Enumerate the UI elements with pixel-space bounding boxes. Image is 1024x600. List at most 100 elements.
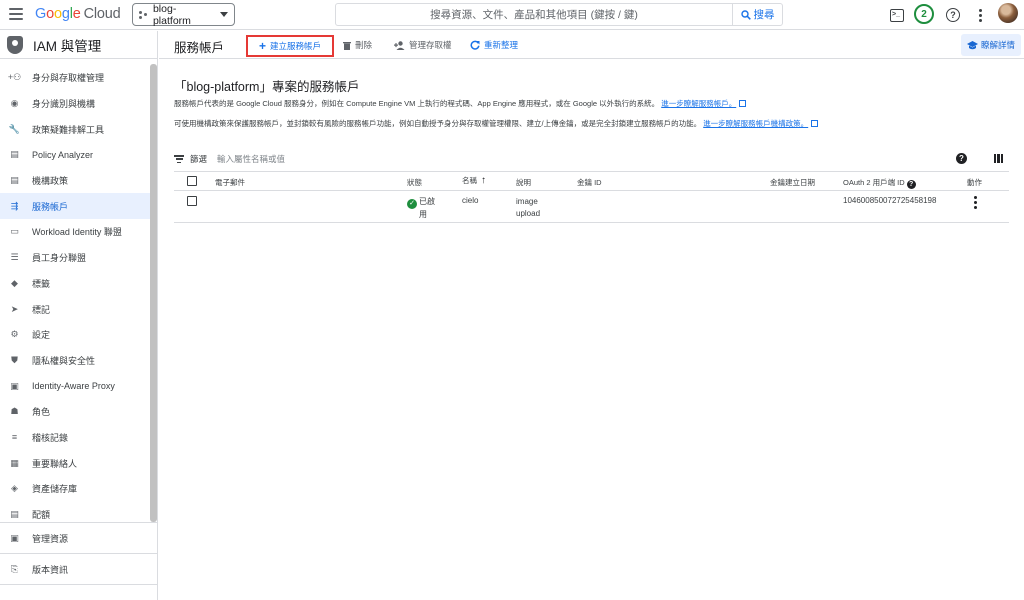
row-oauth-client-id: 104600850072725458198 [843, 196, 937, 205]
sidebar: IAM 與管理 +⚇ 身分與存取權管理 ◉ 身分識別與機構 🔧 政策疑難排解工具 ▤ Poli… [0, 31, 158, 600]
create-service-account-button[interactable]: + 建立服務帳戶 [246, 35, 334, 57]
sidebar-title: IAM 與管理 [33, 38, 102, 54]
sidebar-item-label: 隱私權與安全性 [32, 355, 96, 366]
sidebar-item-contacts[interactable]: ▦ 重要聯絡人 [0, 450, 150, 476]
sidebar-item-wrench[interactable]: 🔧 政策疑難排解工具 [0, 116, 150, 142]
help-icon[interactable]: ? [906, 180, 916, 189]
sidebar-item-roles[interactable]: ☗ 角色 [0, 399, 150, 425]
manage-access-button[interactable]: 管理存取權 [394, 36, 452, 54]
sidebar-item-label: 資產儲存庫 [32, 484, 78, 495]
google-cloud-logo[interactable]: Google Cloud [35, 6, 121, 22]
sidebar-item-label: 版本資訊 [32, 564, 69, 575]
account-circle-icon: ◉ [10, 98, 19, 109]
list-icon: ☰ [10, 252, 19, 263]
column-header-oauth-client-id[interactable]: OAuth 2 用戶端 ID? [843, 177, 916, 189]
account-button[interactable] [998, 3, 1018, 23]
row-checkbox[interactable] [187, 196, 197, 206]
filter-label: 篩選 [190, 154, 208, 164]
sidebar-item-policy-doc[interactable]: ▤ Policy Analyzer [0, 142, 150, 168]
sidebar-item-label: 重要聯絡人 [32, 458, 78, 469]
row-actions-menu-icon[interactable] [974, 196, 977, 209]
sidebar-item-asset[interactable]: ◈ 資產儲存庫 [0, 476, 150, 502]
project-hierarchy-icon [139, 10, 147, 19]
sidebar-bottom: ▣ 管理資源 ⎘ 版本資訊 [0, 522, 157, 585]
learn-more-button[interactable]: 瞭解詳情 [961, 34, 1021, 56]
service-accounts-table: 電子郵件 狀態 名稱 ↑ 說明 金鑰 ID 金鑰建立日期 OAuth 2 用戶端 … [174, 171, 1009, 223]
tag-icon: ◆ [11, 277, 18, 288]
row-status: ✓ 已啟 用 [407, 196, 435, 221]
avatar [998, 3, 1018, 23]
main-menu-icon[interactable] [9, 8, 23, 20]
delete-button[interactable]: 刪除 [343, 36, 372, 54]
sidebar-item-audit-list[interactable]: ≡ 稽核記錄 [0, 425, 150, 451]
sidebar-item-person-add[interactable]: +⚇ 身分與存取權管理 [0, 65, 150, 91]
filter-input[interactable] [217, 154, 518, 164]
table-help-icon[interactable]: ? [956, 153, 967, 164]
sidebar-item-label: 管理資源 [32, 533, 69, 544]
learn-org-policies-link[interactable]: 進一步瞭解服務帳戶機構政策。 [703, 119, 808, 128]
add-icon: + [258, 39, 266, 53]
help-button[interactable]: ? [946, 6, 960, 24]
help-icon: ? [946, 8, 960, 22]
school-icon [966, 40, 978, 49]
sidebar-item-service-account[interactable]: ⇶ 服務帳戶 [0, 193, 150, 220]
more-options-button[interactable] [979, 6, 982, 24]
folder-icon: ▣ [10, 532, 19, 543]
sidebar-item-label: 設定 [32, 330, 51, 341]
roles-icon: ☗ [10, 406, 19, 417]
column-header-key-created[interactable]: 金鑰建立日期 [770, 177, 815, 188]
column-header-email[interactable]: 電子郵件 [215, 177, 245, 188]
sidebar-item-list[interactable]: ☰ 員工身分聯盟 [0, 245, 150, 271]
sidebar-item-label: 標籤 [32, 278, 51, 289]
refresh-button[interactable]: 重新整理 [470, 36, 518, 54]
project-selector-button[interactable]: blog-platform [132, 3, 235, 27]
id-card-icon: ▭ [10, 226, 19, 237]
notification-count-badge: 2 [914, 4, 934, 24]
search-input[interactable] [336, 4, 732, 25]
description-org-policies: 可使用機構政策來保護服務帳戶，並封鎖較有風險的服務帳戶功能，例如自動授予身分與存… [174, 118, 819, 129]
open-in-new-icon [739, 100, 747, 107]
sidebar-scrollbar[interactable] [150, 64, 157, 522]
table-header-row: 電子郵件 狀態 名稱 ↑ 說明 金鑰 ID 金鑰建立日期 OAuth 2 用戶端 … [174, 171, 1009, 191]
learn-service-accounts-link[interactable]: 進一步瞭解服務帳戶。 [661, 99, 736, 108]
sidebar-item-label: 機構政策 [32, 176, 69, 187]
sidebar-item-settings[interactable]: ⚙ 設定 [0, 322, 150, 348]
column-header-status[interactable]: 狀態 [407, 177, 422, 188]
person-add-icon: +⚇ [7, 72, 22, 83]
sidebar-item-release-notes[interactable]: ⎘ 版本資訊 [0, 556, 157, 582]
sidebar-item-tag[interactable]: ◆ 標籤 [0, 271, 150, 297]
row-description: image upload [516, 197, 541, 218]
notifications-button[interactable]: 2 [914, 4, 934, 24]
search-button[interactable]: 搜尋 [732, 4, 782, 25]
content-heading: 「blog-platform」專案的服務帳戶 [174, 80, 360, 94]
column-header-key-id[interactable]: 金鑰 ID [577, 177, 602, 188]
shield-check-icon: ⛊ [11, 354, 18, 365]
column-display-icon[interactable] [994, 154, 1003, 163]
trash-icon [343, 41, 351, 50]
column-header-name[interactable]: 名稱 ↑ [462, 175, 486, 186]
sidebar-item-account-circle[interactable]: ◉ 身分識別與機構 [0, 91, 150, 117]
column-header-description[interactable]: 說明 [516, 177, 531, 188]
sidebar-item-label: 角色 [32, 407, 51, 418]
sidebar-item-label: 服務帳戶 [32, 201, 69, 212]
sort-ascending-icon: ↑ [481, 175, 486, 186]
sidebar-item-list-box[interactable]: ▤ 機構政策 [0, 168, 150, 194]
filter-list-icon [174, 155, 184, 163]
sidebar-item-shield-check[interactable]: ⛊ 隱私權與安全性 [0, 348, 150, 374]
sidebar-item-id-card[interactable]: ▭ Workload Identity 聯盟 [0, 219, 150, 245]
cloud-shell-button[interactable]: >_ [890, 6, 904, 24]
policy-doc-icon: ▤ [10, 149, 19, 160]
contacts-icon: ▦ [10, 457, 19, 468]
main-content: 服務帳戶 + 建立服務帳戶 刪除 管理存取權 重新整理 瞭解詳情 「blog-p… [159, 31, 1024, 600]
filter-bar: 篩選 ? [174, 151, 1009, 167]
sidebar-item-label[interactable]: ➤ 標記 [0, 296, 150, 322]
audit-list-icon: ≡ [11, 432, 18, 443]
sidebar-item-proxy[interactable]: ▣ Identity-Aware Proxy [0, 373, 150, 399]
select-all-checkbox[interactable] [187, 176, 197, 186]
more-vert-icon [979, 8, 982, 22]
chevron-down-icon [220, 12, 228, 17]
search-icon [740, 9, 751, 20]
person-add-icon [394, 40, 405, 50]
sidebar-item-folder[interactable]: ▣ 管理資源 [0, 525, 157, 551]
action-toolbar: 服務帳戶 + 建立服務帳戶 刪除 管理存取權 重新整理 瞭解詳情 [159, 31, 1024, 59]
